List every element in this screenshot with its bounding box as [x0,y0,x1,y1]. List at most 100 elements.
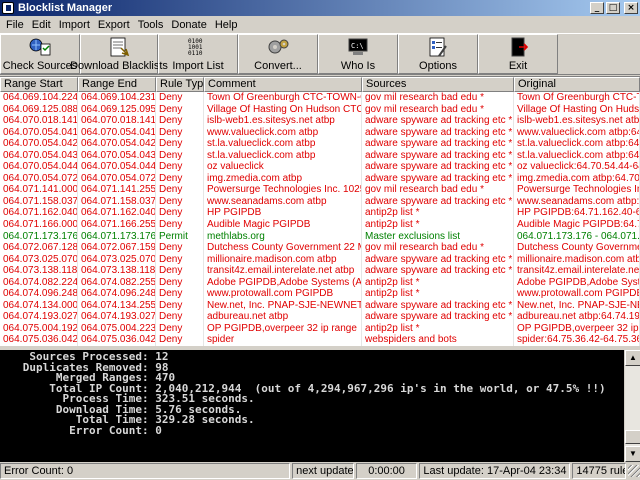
cell-comment: islb-web1.es.sitesys.net atbp [204,115,362,127]
app-icon [2,2,14,14]
cell-original: www.valueclick.com atbp:64.7 [514,126,640,139]
console-scrollbar[interactable]: ▲ ▼ [624,350,640,462]
column-header-range-end[interactable]: Range End [78,77,156,92]
cell-sources: adware spyware ad tracking etc * [362,161,514,173]
menu-bar: File Edit Import Export Tools Donate Hel… [0,16,640,33]
menu-tools[interactable]: Tools [134,19,168,31]
table-row[interactable]: 064.070.054.044 064.070.054.044 Deny oz val… [0,161,640,173]
cell-sources: adware spyware ad tracking etc * [362,311,514,323]
scroll-thumb[interactable] [625,430,640,444]
table-row[interactable]: 064.074.082.224 064.074.082.255 Deny Adobe … [0,276,640,289]
cell-comment: Town Of Greenburgh CTC-TOWN-O... [204,92,362,104]
cell-rule-type: Deny [156,311,204,323]
cell-range-start: 064.071.173.176 [0,230,78,243]
menu-edit[interactable]: Edit [28,19,55,31]
cell-original: Powersurge Technologies Inc. [514,184,640,196]
check-sources-button[interactable]: Check Sources [0,34,80,74]
close-button[interactable]: × [624,2,638,14]
cell-original: Adobe PGIPDB,Adobe Syste [514,276,640,289]
output-console: Sources Processed: 12 Duplicates Removed:… [0,350,624,462]
who-is-icon: C:\ [348,38,368,55]
cell-original: islb-web1.es.sitesys.net atbp [514,115,640,127]
cell-comment: Adobe PGIPDB,Adobe Systems (AP... [204,276,362,289]
cell-range-start: 064.075.004.192 [0,322,78,335]
cell-range-end: 064.070.018.141 [78,115,156,127]
cell-comment: millionaire.madison.com atbp [204,253,362,266]
cell-sources: adware spyware ad tracking etc * [362,265,514,277]
scroll-up-icon[interactable]: ▲ [625,350,640,366]
table-row[interactable]: 064.074.134.000 064.074.134.255 Deny New.ne… [0,299,640,312]
table-row[interactable]: 064.070.054.041 064.070.054.041 Deny www.va… [0,126,640,139]
cell-range-end: 064.070.054.042 [78,138,156,150]
scroll-down-icon[interactable]: ▼ [625,446,640,462]
cell-range-end: 064.070.054.072 [78,172,156,185]
column-header-rule-type[interactable]: Rule Type [156,77,204,92]
options-button[interactable]: Options [398,34,478,74]
menu-import[interactable]: Import [55,19,94,31]
table-row[interactable]: 064.071.141.000 064.071.141.255 Deny Powers… [0,184,640,196]
cell-comment: methlabs.org [204,230,362,243]
column-header-original[interactable]: Original [514,77,640,92]
column-header-sources[interactable]: Sources [362,77,514,92]
table-row[interactable]: 064.074.096.248 064.074.096.248 Deny www.pr… [0,288,640,300]
resize-grip-icon[interactable] [628,465,640,477]
menu-export[interactable]: Export [94,19,134,31]
cell-range-start: 064.071.166.000 [0,219,78,231]
table-row[interactable]: 064.071.166.000 064.071.166.255 Deny Audibl… [0,219,640,231]
table-row[interactable]: 064.069.104.224 064.069.104.231 Deny Town O… [0,92,640,104]
maximize-button[interactable]: □ [606,2,620,14]
table-row[interactable]: 064.071.158.037 064.071.158.037 Deny www.se… [0,195,640,208]
table-row[interactable]: 064.074.193.027 064.074.193.027 Deny adbure… [0,311,640,323]
cell-range-start: 064.072.067.128 [0,242,78,254]
cell-original: Dutchess County Governmen [514,242,640,254]
table-row[interactable]: 064.071.173.176 064.071.173.176 Permit meth… [0,230,640,243]
table-row[interactable]: 064.072.067.128 064.072.067.159 Deny Dutche… [0,242,640,254]
cell-original: Village Of Hasting On Hudson [514,103,640,116]
import-list-button[interactable]: 0100 1001 0110 Import List [158,34,238,74]
table-row[interactable]: 064.075.036.042 064.075.036.042 Deny spider… [0,334,640,346]
minimize-button[interactable]: _ [590,2,604,14]
cell-rule-type: Deny [156,299,204,312]
table-row[interactable]: 064.069.125.088 064.069.125.095 Deny Villag… [0,103,640,116]
who-is-button[interactable]: C:\ Who Is [318,34,398,74]
table-row[interactable]: 064.075.004.192 064.075.004.223 Deny OP PGI… [0,322,640,335]
convert-button[interactable]: Convert... [238,34,318,74]
menu-help[interactable]: Help [211,19,242,31]
cell-range-start: 064.073.025.070 [0,253,78,266]
cell-rule-type: Deny [156,172,204,185]
cell-original: transit4z.email.interelate.net [514,265,640,277]
column-header-range-start[interactable]: Range Start [0,77,78,92]
menu-file[interactable]: File [2,19,28,31]
cell-comment: www.protowall.com PGIPDB [204,288,362,300]
cell-original: OP PGIPDB,overpeer 32 ip [514,322,640,335]
menu-donate[interactable]: Donate [167,19,210,31]
table-row[interactable]: 064.073.138.118 064.073.138.118 Deny transi… [0,265,640,277]
table-row[interactable]: 064.070.054.072 064.070.054.072 Deny img.zm… [0,172,640,185]
cell-comment: New.net, Inc. PNAP-SJE-NEWNET-... [204,299,362,312]
cell-rule-type: Deny [156,242,204,254]
cell-range-end: 064.071.166.255 [78,219,156,231]
cell-original: spider:64.75.36.42-64.75.36 [514,334,640,346]
cell-rule-type: Deny [156,334,204,346]
cell-sources: gov mil research bad edu * [362,242,514,254]
blocklist-table[interactable]: Range Start Range End Rule Type Comment … [0,76,640,346]
cell-rule-type: Deny [156,322,204,335]
cell-range-start: 064.070.054.041 [0,126,78,139]
exit-button[interactable]: Exit [478,34,558,74]
column-header-comment[interactable]: Comment [204,77,362,92]
cell-rule-type: Deny [156,161,204,173]
cell-range-end: 064.074.134.255 [78,299,156,312]
cell-range-end: 064.074.193.027 [78,311,156,323]
cell-range-start: 064.070.054.072 [0,172,78,185]
table-row[interactable]: 064.071.162.040 064.071.162.040 Deny HP PGI… [0,207,640,220]
table-row[interactable]: 064.070.054.043 064.070.054.043 Deny st.la.… [0,149,640,162]
table-row[interactable]: 064.073.025.070 064.073.025.070 Deny millio… [0,253,640,266]
download-blacklists-button[interactable]: Download Blacklists [70,34,168,74]
table-row[interactable]: 064.070.018.141 064.070.018.141 Deny islb-w… [0,115,640,127]
cell-original: adbureau.net atbp:64.74.19 [514,311,640,323]
cell-rule-type: Deny [156,115,204,127]
cell-range-end: 064.070.054.043 [78,149,156,162]
cell-original: www.seanadams.com atbp:64 [514,195,640,208]
cell-comment: adbureau.net atbp [204,311,362,323]
table-row[interactable]: 064.070.054.042 064.070.054.042 Deny st.la.… [0,138,640,150]
